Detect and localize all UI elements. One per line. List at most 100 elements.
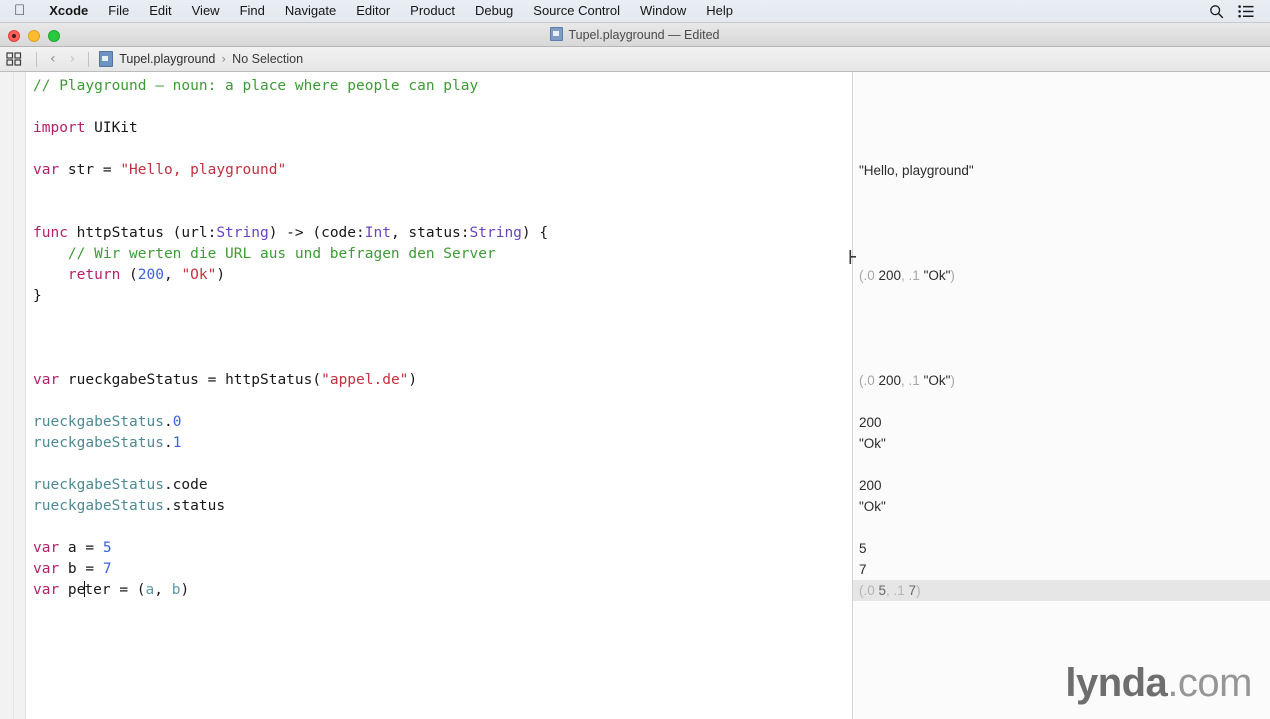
code-token: ) -> (code:: [269, 225, 365, 241]
code-line[interactable]: [26, 517, 852, 538]
result-line[interactable]: [853, 139, 1270, 160]
menu-item-navigate[interactable]: Navigate: [275, 0, 346, 22]
result-line[interactable]: [853, 181, 1270, 202]
code-line[interactable]: var rueckgabeStatus = httpStatus("appel.…: [26, 370, 852, 391]
result-line[interactable]: [853, 349, 1270, 370]
code-line[interactable]: rueckgabeStatus.1: [26, 433, 852, 454]
code-line[interactable]: [26, 349, 852, 370]
code-token: 5: [103, 540, 112, 556]
code-token: , status:: [391, 225, 470, 241]
macos-menu-bar:  XcodeFileEditViewFindNavigateEditorPro…: [0, 0, 1270, 23]
result-line[interactable]: [853, 307, 1270, 328]
toolbar-divider-2: [88, 52, 89, 67]
breadcrumb-selection[interactable]: No Selection: [232, 52, 303, 66]
result-token: "Ok": [859, 499, 886, 514]
result-line[interactable]: [853, 286, 1270, 307]
result-line[interactable]: [853, 202, 1270, 223]
code-line[interactable]: [26, 97, 852, 118]
apple-logo-icon[interactable]: : [14, 3, 25, 18]
code-line[interactable]: import UIKit: [26, 118, 852, 139]
result-line[interactable]: 5: [853, 538, 1270, 559]
result-line[interactable]: 200: [853, 475, 1270, 496]
code-token: var: [33, 540, 59, 556]
menu-item-file[interactable]: File: [98, 0, 139, 22]
search-icon[interactable]: [1209, 4, 1224, 19]
result-token: "Ok": [859, 436, 886, 451]
code-line[interactable]: return (200, "Ok"): [26, 265, 852, 286]
menu-item-edit[interactable]: Edit: [139, 0, 181, 22]
result-line[interactable]: [853, 97, 1270, 118]
code-token: .status: [164, 498, 225, 514]
code-token: // Wir werten die URL aus und befragen d…: [33, 246, 496, 262]
editor-gutter[interactable]: [0, 72, 26, 719]
editor-layout-icon[interactable]: [6, 52, 30, 66]
code-line[interactable]: [26, 181, 852, 202]
result-line[interactable]: (.0 200, .1 "Ok"): [853, 370, 1270, 391]
result-line[interactable]: 7: [853, 559, 1270, 580]
code-line[interactable]: // Wir werten die URL aus und befragen d…: [26, 244, 852, 265]
breadcrumb-file-name[interactable]: Tupel.playground: [119, 52, 215, 66]
result-token: (.0: [859, 373, 879, 388]
source-code-area[interactable]: // Playground — noun: a place where peop…: [26, 72, 852, 719]
menu-item-view[interactable]: View: [182, 0, 230, 22]
result-line[interactable]: [853, 76, 1270, 97]
result-token: 7: [909, 583, 917, 598]
menu-item-xcode[interactable]: Xcode: [39, 0, 98, 22]
results-sidebar[interactable]: "Hello, playground" (.0 200, .1 "Ok") (.…: [853, 72, 1270, 719]
code-line[interactable]: var str = "Hello, playground": [26, 160, 852, 181]
results-pin-marker-icon[interactable]: [846, 250, 856, 264]
menu-item-debug[interactable]: Debug: [465, 0, 523, 22]
code-line[interactable]: rueckgabeStatus.0: [26, 412, 852, 433]
menubar-status-icons: [1209, 4, 1262, 19]
code-line[interactable]: [26, 202, 852, 223]
forward-chevron-icon[interactable]: ›: [63, 52, 83, 66]
notification-center-icon[interactable]: [1238, 5, 1254, 18]
code-line[interactable]: // Playground — noun: a place where peop…: [26, 76, 852, 97]
code-line[interactable]: rueckgabeStatus.status: [26, 496, 852, 517]
menu-item-source-control[interactable]: Source Control: [523, 0, 630, 22]
code-token: // Playground — noun: a place where peop…: [33, 78, 478, 94]
xcode-playground-window:  XcodeFileEditViewFindNavigateEditorPro…: [0, 0, 1270, 719]
menu-item-find[interactable]: Find: [230, 0, 275, 22]
code-line[interactable]: [26, 328, 852, 349]
result-line[interactable]: (.0 200, .1 "Ok"): [853, 265, 1270, 286]
code-line[interactable]: [26, 454, 852, 475]
code-line[interactable]: func httpStatus (url:String) -> (code:In…: [26, 223, 852, 244]
menu-item-window[interactable]: Window: [630, 0, 696, 22]
code-line[interactable]: rueckgabeStatus.code: [26, 475, 852, 496]
back-chevron-icon[interactable]: ‹: [43, 52, 63, 66]
code-token: ,: [164, 267, 181, 283]
result-line[interactable]: [853, 517, 1270, 538]
menu-item-product[interactable]: Product: [400, 0, 465, 22]
result-token: 200: [859, 415, 882, 430]
result-line[interactable]: [853, 118, 1270, 139]
code-token: a =: [59, 540, 103, 556]
code-line[interactable]: [26, 307, 852, 328]
result-line[interactable]: "Ok": [853, 433, 1270, 454]
result-line[interactable]: [853, 223, 1270, 244]
code-token: .: [164, 414, 173, 430]
code-token: 200: [138, 267, 164, 283]
result-line[interactable]: "Ok": [853, 496, 1270, 517]
code-line[interactable]: [26, 391, 852, 412]
toolbar-divider-1: [36, 52, 37, 67]
code-line[interactable]: var a = 5: [26, 538, 852, 559]
menu-item-editor[interactable]: Editor: [346, 0, 400, 22]
result-line[interactable]: [853, 244, 1270, 265]
code-token: rueckgabeStatus: [33, 414, 164, 430]
code-token: func: [33, 225, 68, 241]
result-line[interactable]: [853, 328, 1270, 349]
code-line[interactable]: }: [26, 286, 852, 307]
result-token: ): [950, 268, 955, 283]
result-line[interactable]: 200: [853, 412, 1270, 433]
result-line[interactable]: (.0 5, .1 7): [853, 580, 1270, 601]
code-token: .code: [164, 477, 208, 493]
code-line[interactable]: var b = 7: [26, 559, 852, 580]
menu-item-help[interactable]: Help: [696, 0, 743, 22]
result-line[interactable]: [853, 454, 1270, 475]
code-line[interactable]: var peter = (a, b): [26, 580, 852, 601]
code-token: "appel.de": [321, 372, 408, 388]
code-line[interactable]: [26, 139, 852, 160]
result-line[interactable]: "Hello, playground": [853, 160, 1270, 181]
result-line[interactable]: [853, 391, 1270, 412]
